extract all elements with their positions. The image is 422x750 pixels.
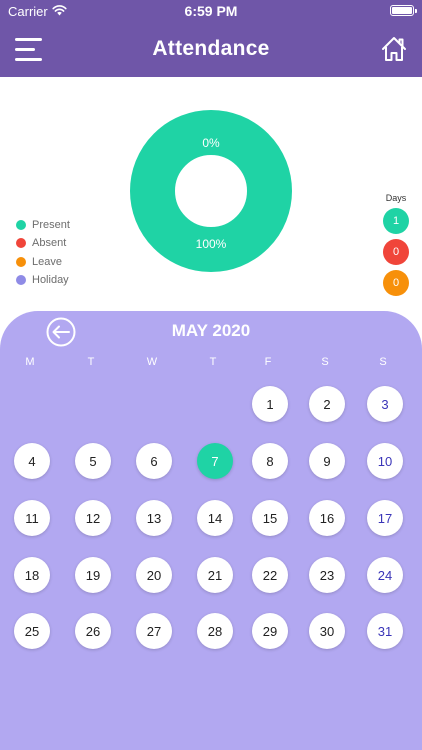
donut-label-zero: 0% [202,136,220,150]
calendar-day[interactable]: 24 [367,557,403,593]
calendar-day[interactable]: 27 [136,613,172,649]
legend-item-present: Present [16,216,70,234]
calendar-day[interactable]: 8 [252,443,288,479]
battery-icon [390,5,417,16]
status-bar: Carrier 6:59 PM [0,0,422,22]
days-title: Days [385,193,407,203]
legend-label: Leave [32,255,62,268]
legend-label: Holiday [32,273,69,286]
calendar-day[interactable]: 3 [367,386,403,422]
home-icon[interactable] [380,35,408,63]
legend-dot [16,220,26,230]
calendar-day[interactable]: 6 [136,443,172,479]
page-title: Attendance [152,37,270,60]
legend-dot [16,238,26,249]
calendar-day[interactable]: 22 [252,557,288,593]
calendar-day[interactable]: 12 [75,500,111,536]
attendance-donut-chart: 0% 100% [130,110,292,272]
calendar-day[interactable]: 2 [309,386,345,422]
calendar-day[interactable]: 28 [197,613,233,649]
chart-legend: Present Absent Leave Holiday [16,216,70,289]
legend-label: Absent [32,237,67,250]
legend-dot [16,274,26,285]
calendar-day[interactable]: 29 [252,613,288,649]
donut-slice-present [130,110,292,272]
donut-label-present: 100% [195,237,227,251]
legend-item-holiday: Holiday [16,271,70,289]
calendar-day-today[interactable]: 7 [197,443,233,479]
calendar-day[interactable]: 14 [197,500,233,536]
calendar-day[interactable]: 17 [367,500,403,536]
calendar-day[interactable]: 31 [367,613,403,649]
calendar-day[interactable]: 11 [14,500,50,536]
days-present-count: 1 [383,208,409,234]
calendar-day[interactable]: 13 [136,500,172,536]
calendar-day[interactable]: 21 [197,557,233,593]
calendar-day[interactable]: 19 [75,557,111,593]
calendar-day[interactable]: 25 [14,613,50,649]
calendar-day[interactable]: 30 [309,613,345,649]
calendar-day[interactable]: 4 [14,443,50,479]
calendar-days-grid: 1 2 3 4 5 6 7 8 9 10 11 12 13 14 15 16 17 18 19 20 21 22 23 24 2… [0,311,422,750]
days-panel: Days 1 0 0 [383,193,409,301]
calendar-day[interactable]: 26 [75,613,111,649]
legend-item-absent: Absent [16,234,70,252]
header: Carrier 6:59 PM Attendance [0,0,422,77]
calendar-day[interactable]: 5 [75,443,111,479]
calendar-day[interactable]: 18 [14,557,50,593]
calendar-day[interactable]: 23 [309,557,345,593]
calendar-day[interactable]: 1 [252,386,288,422]
calendar-day[interactable]: 9 [309,443,345,479]
legend-label: Present [32,219,70,231]
calendar: MAY 2020 MTWTFSS 1 2 3 4 5 6 7 8 9 10 11 12 13 14 15 16… [0,311,422,750]
calendar-day[interactable]: 15 [252,500,288,536]
status-time: 6:59 PM [184,3,238,19]
legend-dot [16,256,26,267]
days-absent-count: 0 [383,239,409,265]
calendar-day[interactable]: 20 [136,557,172,593]
legend-item-leave: Leave [16,253,70,271]
calendar-day[interactable]: 10 [367,443,403,479]
days-leave-count: 0 [383,270,409,296]
calendar-day[interactable]: 16 [309,500,345,536]
